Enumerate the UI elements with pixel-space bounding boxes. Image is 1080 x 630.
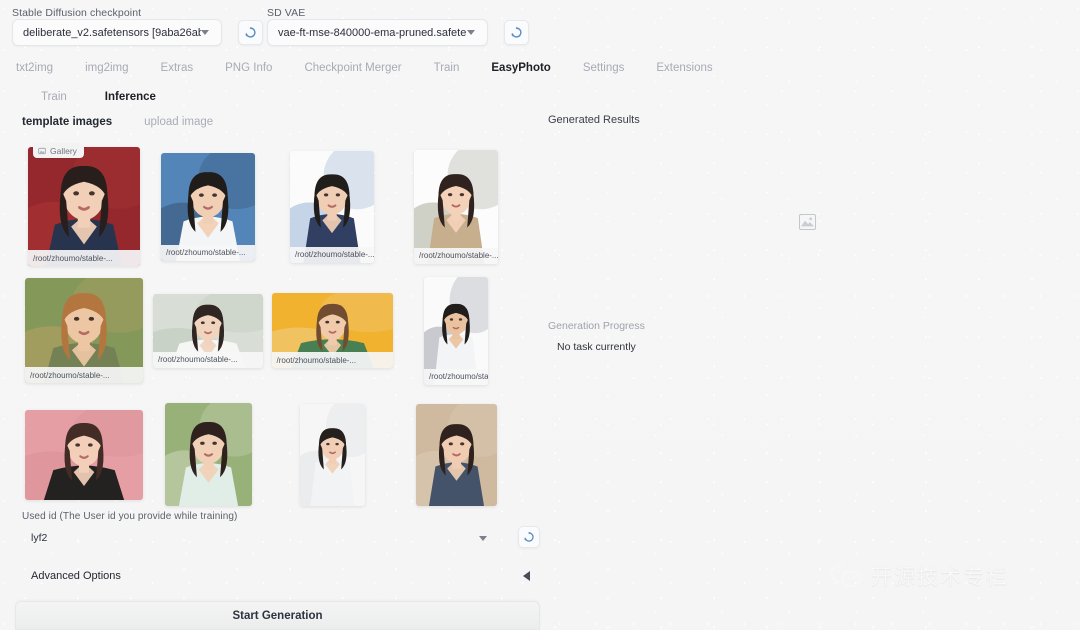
thumbnail-portrait-woman-indoor-bookshelf[interactable] (415, 403, 497, 506)
thumbnail-caption: /root/zhoumo/stable-... (161, 244, 255, 261)
thumbnail-id-photo-man-white-bg-suit[interactable]: /root/zhoumo/stable-... (290, 150, 374, 263)
main-tab-bar: txt2img img2img Extras PNG Info Checkpoint M… (0, 56, 1080, 80)
refresh-icon (511, 26, 522, 38)
tab-train[interactable]: Train (418, 62, 476, 74)
thumbnail-art (414, 149, 498, 264)
chevron-down-icon (479, 535, 487, 541)
tab-extras[interactable]: Extras (145, 62, 210, 74)
thumbnail-portrait-man-white-tshirt[interactable]: /root/zhoumo/stable-... (424, 276, 488, 385)
thumbnail-caption: /root/zhoumo/stable-... (153, 351, 263, 368)
thumbnail-caption: /root/zhoumo/stable-... (414, 247, 498, 264)
thumbnail-caption: /root/zhoumo/stable-... (28, 250, 140, 266)
thumbnail-id-photo-woman-red-bg[interactable]: /root/zhoumo/stable-... (28, 147, 140, 266)
generated-results-area[interactable] (548, 132, 1068, 310)
generation-progress-status: No task currently (557, 341, 636, 353)
gallery-item[interactable] (271, 395, 393, 514)
gallery-item[interactable]: /root/zhoumo/stable-... (147, 147, 269, 266)
innertab-upload-image[interactable]: upload image (144, 116, 245, 128)
tab-img2img[interactable]: img2img (69, 62, 144, 74)
tab-settings[interactable]: Settings (567, 62, 641, 74)
thumbnail-portrait-woman-pink-bg[interactable] (25, 409, 143, 500)
generation-progress-title: Generation Progress (548, 320, 645, 332)
chevron-down-icon (467, 30, 475, 35)
wechat-icon (830, 564, 862, 589)
thumbnail-portrait-woman-yellow-bg-sunhat[interactable]: /root/zhoumo/stable-... (271, 293, 393, 368)
thumbnail-caption: /root/zhoumo/stable-... (424, 368, 488, 385)
subtab-train[interactable]: Train (22, 91, 86, 103)
gallery-item[interactable]: /root/zhoumo/stable-... (395, 147, 517, 266)
thumbnail-portrait-woman-flower-outdoor[interactable] (164, 403, 252, 506)
refresh-icon (524, 531, 534, 542)
start-generation-button[interactable]: Start Generation (15, 601, 540, 630)
tab-checkpoint-merger[interactable]: Checkpoint Merger (288, 62, 417, 74)
image-source-tab-bar: template images upload image (22, 116, 245, 128)
easyphoto-inference-page: Stable Diffusion checkpoint deliberate_v… (0, 0, 1080, 630)
checkpoint-dropdown[interactable]: deliberate_v2.safetensors [9aba26abdf] (12, 19, 222, 46)
thumbnail-art (164, 403, 252, 506)
chevron-down-icon (201, 30, 209, 35)
gallery-grid: /root/zhoumo/stable-... /root/zhoumo/sta… (22, 147, 528, 519)
checkpoint-refresh-button[interactable] (238, 20, 263, 45)
gallery-item[interactable]: /root/zhoumo/stable-... (147, 271, 269, 390)
thumbnail-portrait-woman-white-dress[interactable]: /root/zhoumo/stable-... (153, 293, 263, 368)
gallery-item[interactable]: /root/zhoumo/stable-... (23, 147, 145, 266)
thumbnail-art (299, 403, 365, 506)
watermark: 开源技术专栏 (830, 561, 1009, 591)
subtab-inference[interactable]: Inference (86, 91, 175, 103)
tab-txt2img[interactable]: txt2img (12, 62, 69, 74)
thumbnail-id-photo-woman-white-bg-beige-suit[interactable]: /root/zhoumo/stable-... (414, 149, 498, 264)
advanced-options-accordion[interactable]: Advanced Options (22, 562, 540, 590)
watermark-text: 开源技术专栏 (871, 565, 1009, 589)
gallery-badge: Gallery (33, 143, 84, 158)
gallery-item[interactable] (147, 395, 269, 514)
start-generation-label: Start Generation (232, 609, 323, 622)
vae-refresh-button[interactable] (504, 20, 529, 45)
gallery-badge-label: Gallery (50, 145, 77, 156)
thumbnail-art (25, 409, 143, 500)
checkpoint-label: Stable Diffusion checkpoint (12, 7, 142, 19)
tab-easyphoto[interactable]: EasyPhoto (475, 62, 566, 74)
thumbnail-art (28, 147, 140, 266)
gallery-item[interactable]: /root/zhoumo/stable-... (23, 271, 145, 390)
gallery-item[interactable] (395, 395, 517, 514)
thumbnail-caption: /root/zhoumo/stable-... (271, 352, 393, 368)
vae-label: SD VAE (267, 7, 306, 19)
thumbnail-portrait-woman-long-hair-white-bg[interactable] (299, 403, 365, 506)
advanced-options-label: Advanced Options (31, 570, 121, 582)
used-id-value: lyf2 (31, 532, 48, 544)
gallery-item[interactable]: /root/zhoumo/stable-... (271, 147, 393, 266)
image-placeholder-icon (799, 214, 816, 230)
gallery-item[interactable]: /root/zhoumo/stable-... (395, 271, 517, 390)
gallery-item[interactable] (23, 395, 145, 514)
checkpoint-value: deliberate_v2.safetensors [9aba26abdf] (23, 26, 201, 39)
vae-dropdown[interactable]: vae-ft-mse-840000-ema-pruned.safetensors (267, 19, 488, 46)
gallery-item[interactable]: /root/zhoumo/stable-... (271, 271, 393, 390)
model-bar: Stable Diffusion checkpoint deliberate_v… (0, 0, 1080, 52)
thumbnail-id-photo-man-blue-bg[interactable]: /root/zhoumo/stable-... (161, 152, 255, 261)
generated-results-title: Generated Results (548, 114, 640, 126)
vae-value: vae-ft-mse-840000-ema-pruned.safetensors (278, 26, 467, 39)
triangle-left-icon (523, 571, 530, 581)
template-gallery: Gallery /root/zhoumo/stable-... /root/zh (22, 140, 528, 506)
refresh-icon (245, 26, 256, 38)
used-id-refresh-button[interactable] (518, 526, 540, 548)
easyphoto-sub-tab-bar: Train Inference (0, 86, 1080, 108)
used-id-dropdown[interactable]: lyf2 (22, 526, 499, 550)
thumbnail-art (415, 403, 497, 506)
thumbnail-portrait-woman-golden-hair-outdoor[interactable]: /root/zhoumo/stable-... (25, 278, 143, 383)
thumbnail-caption: /root/zhoumo/stable-... (25, 367, 143, 383)
gallery-icon (38, 147, 46, 154)
thumbnail-caption: /root/zhoumo/stable-... (290, 246, 374, 263)
innertab-template-images[interactable]: template images (22, 116, 144, 128)
used-id-label: Used id (The User id you provide while t… (22, 511, 238, 522)
tab-extensions[interactable]: Extensions (640, 62, 728, 74)
tab-png-info[interactable]: PNG Info (209, 62, 288, 74)
